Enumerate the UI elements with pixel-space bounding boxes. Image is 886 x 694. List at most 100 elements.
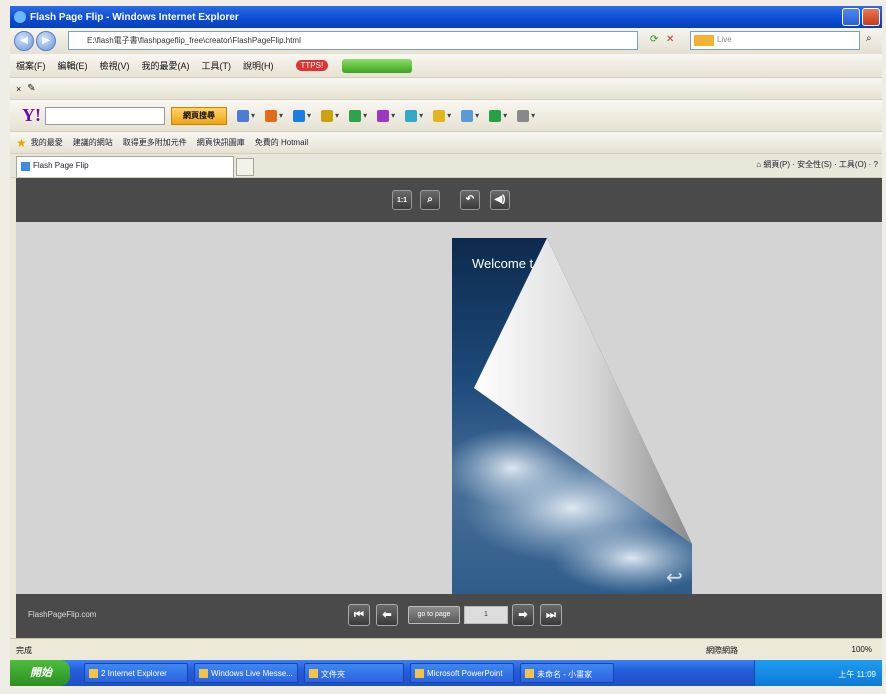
toolbar-icon-6[interactable] (377, 109, 390, 122)
extension-bar: × ✎ (10, 78, 882, 100)
toolbar-icon-3[interactable] (293, 109, 306, 122)
menu-file[interactable]: 檔案(F) (16, 59, 46, 72)
yahoo-search-label: 網頁搜尋 (183, 110, 215, 120)
menu-edit[interactable]: 編輯(E) (58, 59, 88, 72)
chevron-down-icon: ▾ (475, 111, 480, 120)
taskbar-item[interactable]: 文件夾 (304, 663, 404, 683)
address-row: ◀ ▶ E:\flash電子書\flashpageflip_free\creat… (10, 28, 882, 54)
sound-button[interactable]: ◀) (490, 190, 510, 210)
star-icon[interactable]: ★ (16, 136, 27, 150)
taskbar-item[interactable]: Windows Live Messe... (194, 663, 298, 683)
toolbar-icon-4[interactable] (321, 109, 334, 122)
home-icon[interactable]: ⌂ (756, 160, 761, 169)
return-arrow-icon[interactable]: ↩ (666, 565, 683, 589)
menu-bar: 檔案(F) 編輯(E) 檢視(V) 我的最愛(A) 工具(T) 說明(H) TT… (10, 54, 882, 78)
title-bar[interactable]: Flash Page Flip - Windows Internet Explo… (10, 6, 882, 28)
forward-button[interactable]: ▶ (36, 31, 56, 51)
toolbar-icon-1[interactable] (237, 109, 249, 122)
taskbar-item[interactable]: 2 Internet Explorer (84, 663, 188, 683)
taskbar: 開始 2 Internet Explorer Windows Live Mess… (10, 660, 882, 686)
chevron-down-icon: ▾ (251, 111, 256, 120)
address-input[interactable]: E:\flash電子書\flashpageflip_free\creator\F… (68, 31, 638, 50)
actual-size-label: 1:1 (396, 197, 408, 204)
search-input[interactable]: Live (690, 31, 860, 50)
favorites-label[interactable]: 我的最愛 (31, 137, 63, 148)
page-stage: ↩ Welcome t (16, 222, 882, 594)
back-button[interactable]: ◀ (14, 31, 34, 51)
tab-label: Flash Page Flip (33, 161, 89, 170)
chevron-down-icon: ▾ (335, 111, 340, 120)
favorite-item[interactable]: 取得更多附加元件 (123, 137, 187, 148)
menu-tools[interactable]: 工具(T) (202, 59, 232, 72)
command-bar[interactable]: ⌂ 網頁(P) · 安全性(S) · 工具(O) · ? (756, 159, 878, 170)
taskbar-item[interactable]: Microsoft PowerPoint (410, 663, 514, 683)
command-bar-text: 網頁(P) · 安全性(S) · 工具(O) · ? (763, 160, 878, 169)
chevron-down-icon: ▾ (391, 111, 396, 120)
chevron-down-icon: ▾ (419, 111, 424, 120)
zoom-level[interactable]: 100% (852, 645, 872, 654)
start-button[interactable]: 開始 (10, 660, 70, 686)
viewer-top-bar: 1:1 ⌕ ↶ ◀) (16, 178, 882, 222)
maximize-button[interactable] (842, 8, 860, 26)
previous-page-button[interactable]: ⬅ (376, 604, 398, 626)
addon-icon[interactable]: ✎ (27, 83, 35, 94)
first-page-button[interactable]: ⏮ (348, 604, 370, 626)
clock: 上午 11:09 (838, 670, 876, 679)
favorite-item[interactable]: 建議的網站 (73, 137, 113, 148)
arrow-right-icon: ➡ (518, 609, 528, 621)
next-page-button[interactable]: ➡ (512, 604, 534, 626)
close-icon[interactable]: × (16, 84, 21, 94)
menu-view[interactable]: 檢視(V) (100, 59, 130, 72)
close-button[interactable] (862, 8, 880, 26)
ttps-badge[interactable]: TTPS! (295, 60, 329, 71)
chevron-down-icon: ▾ (447, 111, 452, 120)
last-page-button[interactable]: ⏭ (540, 604, 562, 626)
tab-bar: Flash Page Flip ⌂ 網頁(P) · 安全性(S) · 工具(O)… (10, 154, 882, 178)
welcome-text: Welcome t (472, 256, 534, 271)
page-artwork: ↩ (452, 238, 692, 593)
yahoo-search-input[interactable] (45, 106, 165, 125)
toolbar-icon-2[interactable] (265, 109, 278, 122)
search-icon[interactable]: ⌕ (866, 33, 872, 44)
chevron-down-icon: ▾ (503, 111, 508, 120)
toolbar-icon-5[interactable] (349, 109, 362, 122)
yahoo-search-button[interactable]: 網頁搜尋 (171, 106, 227, 125)
status-bar: 完成 網際網路 100% (10, 638, 882, 660)
yahoo-logo[interactable]: Y! (22, 105, 41, 126)
stop-icon[interactable]: ✕ (666, 34, 674, 45)
toolbar-icon-9[interactable] (461, 109, 474, 122)
new-tab-button[interactable] (236, 158, 254, 176)
first-page-icon: ⏮ (354, 609, 364, 621)
favorite-item[interactable]: 網頁快訊圖庫 (197, 137, 245, 148)
brand-link[interactable]: FlashPageFlip.com (28, 610, 96, 619)
favorite-item[interactable]: 免費的 Hotmail (255, 137, 308, 148)
yahoo-toolbar: Y! 網頁搜尋 ▾ ▾ ▾ ▾ ▾ ▾ ▾ ▾ ▾ ▾ ▾ (10, 100, 882, 132)
chevron-down-icon: ▾ (307, 111, 312, 120)
menu-help[interactable]: 說明(H) (243, 59, 274, 72)
toolbar-icon-10[interactable] (489, 109, 502, 122)
green-button[interactable] (342, 58, 413, 73)
search-placeholder: Live (717, 35, 732, 44)
rotate-icon: ↶ (465, 194, 475, 205)
taskbar-item[interactable]: 未命名 - 小畫家 (520, 663, 614, 683)
go-to-page-button[interactable]: go to page (408, 606, 460, 624)
page-number-input[interactable]: 1 (464, 606, 508, 624)
actual-size-button[interactable]: 1:1 (392, 190, 412, 210)
tab-flash-page-flip[interactable]: Flash Page Flip (16, 156, 234, 177)
menu-favorites[interactable]: 我的最愛(A) (142, 59, 190, 72)
toolbar-icon-11[interactable] (517, 109, 530, 122)
chevron-down-icon: ▾ (279, 111, 284, 120)
toolbar-icon-8[interactable] (433, 109, 446, 122)
toolbar-icon-7[interactable] (405, 109, 418, 122)
flip-mode-button[interactable]: ↶ (460, 190, 480, 210)
window-title: Flash Page Flip - Windows Internet Explo… (30, 11, 239, 23)
viewer-bottom-bar: FlashPageFlip.com ⏮ ⬅ go to page 1 ➡ ⏭ (16, 594, 882, 638)
zoom-button[interactable]: ⌕ (420, 190, 440, 210)
book-page[interactable]: ↩ Welcome t (452, 238, 692, 594)
magnifier-icon: ⌕ (427, 194, 433, 205)
ie-icon (14, 11, 26, 23)
security-zone[interactable]: 網際網路 (706, 645, 738, 656)
refresh-icon[interactable]: ⟳ (650, 34, 658, 45)
chevron-down-icon: ▾ (363, 111, 368, 120)
chevron-down-icon: ▾ (531, 111, 536, 120)
